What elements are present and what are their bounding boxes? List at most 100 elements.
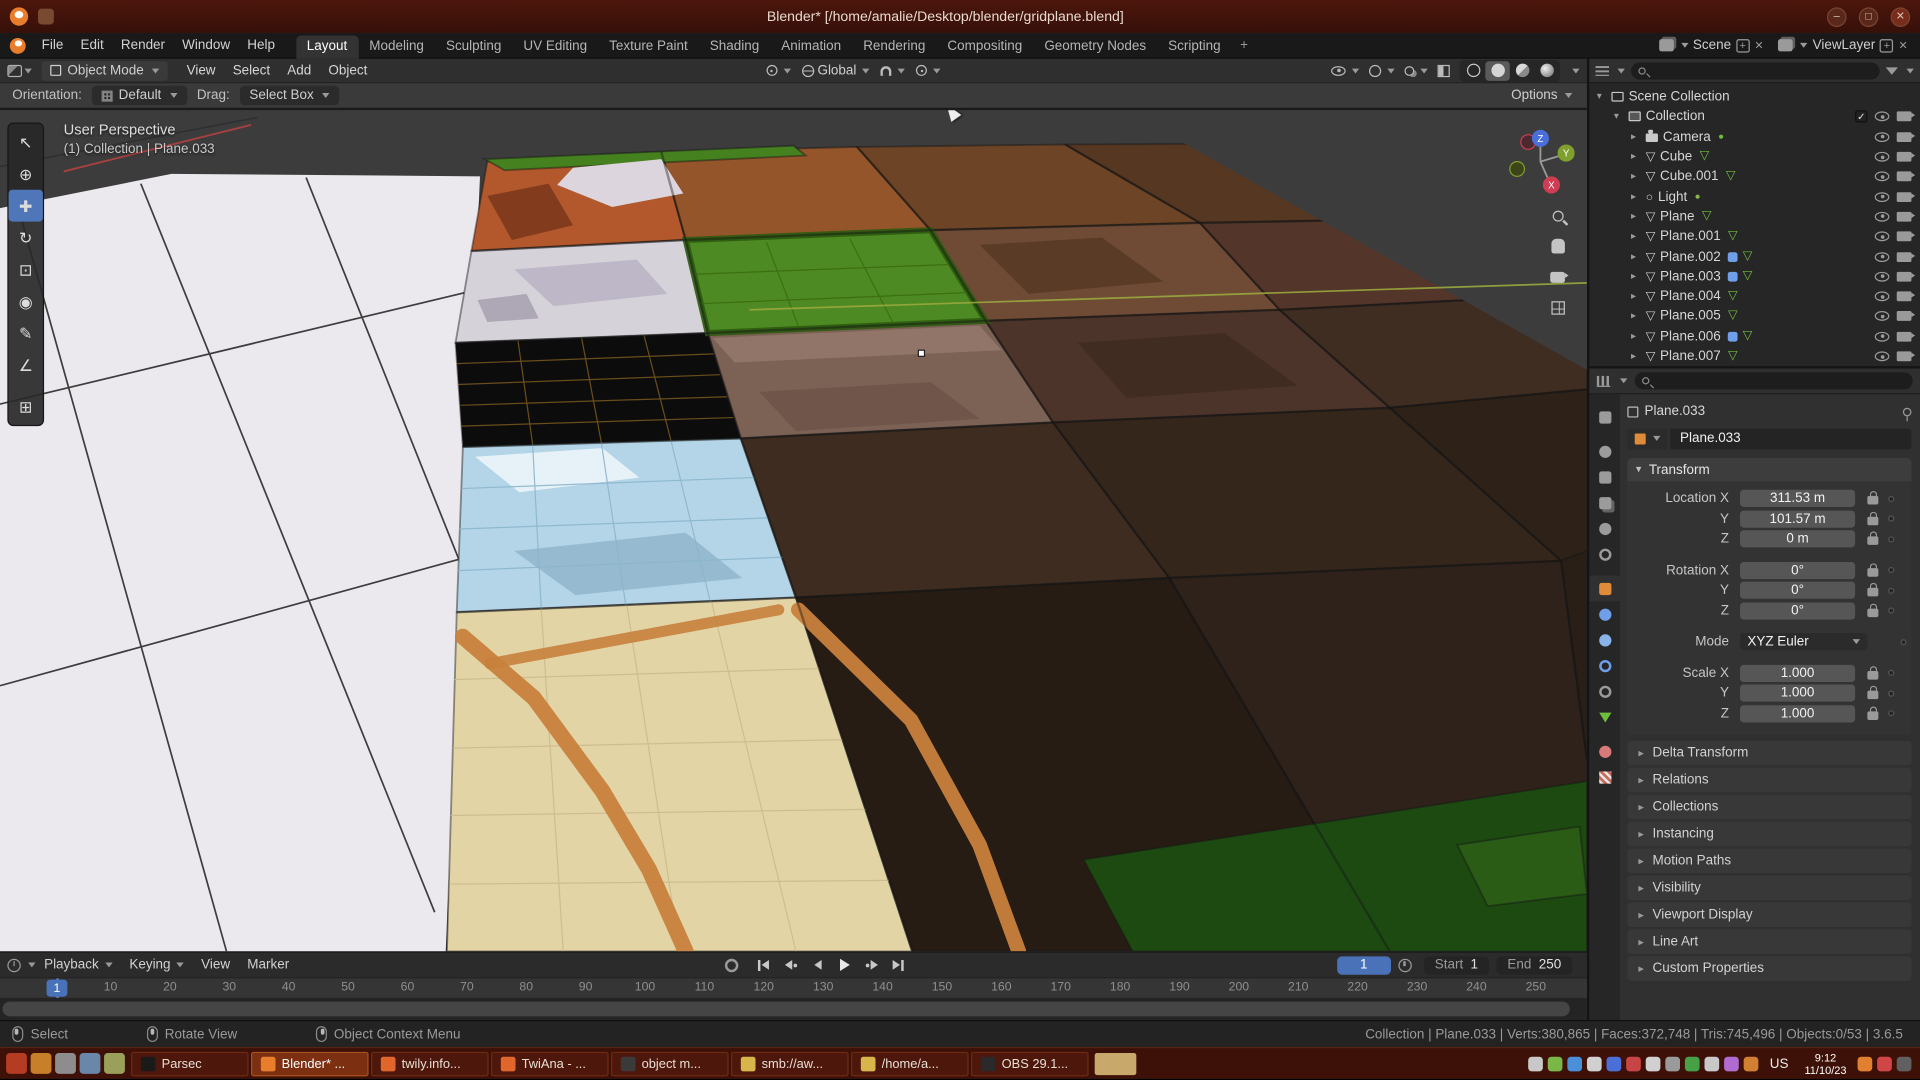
- tray-icon[interactable]: [1744, 1056, 1759, 1071]
- disable-in-render-toggle[interactable]: [1897, 112, 1912, 122]
- outliner-row[interactable]: Plane.004: [1589, 286, 1920, 306]
- tool-button[interactable]: ∠: [9, 349, 43, 381]
- workspace-tab[interactable]: Geometry Nodes: [1033, 35, 1157, 58]
- viewport-canvas[interactable]: [0, 110, 1587, 951]
- lock-icon[interactable]: [1867, 537, 1878, 546]
- disable-in-render-toggle[interactable]: [1897, 292, 1912, 302]
- snap-toggle[interactable]: [881, 66, 905, 76]
- taskbar-app-button[interactable]: /home/a...: [851, 1051, 969, 1075]
- tray-icon[interactable]: [1646, 1056, 1661, 1071]
- hide-in-viewport-toggle[interactable]: [1875, 152, 1890, 162]
- outliner-row[interactable]: Plane.002: [1589, 247, 1920, 267]
- outliner-search-input[interactable]: [1631, 62, 1880, 79]
- collapsed-panel-header[interactable]: Collections: [1627, 795, 1911, 819]
- disclosure-icon[interactable]: [1631, 192, 1641, 202]
- drag-dropdown[interactable]: Select Box: [240, 86, 340, 106]
- window-control-button[interactable]: –: [1827, 7, 1847, 27]
- value-field[interactable]: 0 m: [1740, 531, 1855, 548]
- tray-icon[interactable]: [1685, 1056, 1700, 1071]
- hide-in-viewport-toggle[interactable]: [1875, 212, 1890, 222]
- outliner-row[interactable]: Plane.007: [1589, 346, 1920, 366]
- modifiers-tab[interactable]: [1589, 601, 1620, 627]
- hide-in-viewport-toggle[interactable]: [1875, 132, 1890, 142]
- lock-icon[interactable]: [1867, 588, 1878, 597]
- disclosure-icon[interactable]: [1631, 272, 1641, 282]
- outliner-row[interactable]: Cube.001: [1589, 167, 1920, 187]
- tray-icon[interactable]: [1587, 1056, 1602, 1071]
- disable-in-render-toggle[interactable]: [1897, 172, 1912, 182]
- value-field[interactable]: 101.57 m: [1740, 510, 1855, 527]
- hide-in-viewport-toggle[interactable]: [1875, 312, 1890, 322]
- disclosure-icon[interactable]: [1631, 232, 1641, 242]
- tray-icon[interactable]: [1627, 1056, 1642, 1071]
- value-field[interactable]: 311.53 m: [1740, 490, 1855, 507]
- particles-tab[interactable]: [1589, 627, 1620, 653]
- prev-keyframe-button[interactable]: [780, 955, 802, 975]
- play-button[interactable]: [834, 955, 856, 975]
- value-field[interactable]: 1.000: [1740, 665, 1855, 682]
- launcher-icon[interactable]: [54, 1053, 75, 1074]
- menu-item[interactable]: Edit: [72, 36, 112, 56]
- next-keyframe-button[interactable]: [861, 955, 883, 975]
- collapsed-panel-header[interactable]: Visibility: [1627, 876, 1911, 900]
- menu-item[interactable]: Render: [112, 36, 173, 56]
- animate-dot[interactable]: [1888, 690, 1894, 696]
- collapsed-panel-header[interactable]: Line Art: [1627, 929, 1911, 953]
- current-frame-field[interactable]: 1: [1337, 956, 1391, 974]
- scene-tab[interactable]: [1589, 516, 1620, 542]
- value-field[interactable]: 1.000: [1740, 705, 1855, 722]
- taskbar-app-button[interactable]: OBS 29.1...: [971, 1051, 1089, 1075]
- render-tab[interactable]: [1589, 438, 1620, 464]
- taskbar-app-button[interactable]: Blender* ...: [251, 1051, 369, 1075]
- disclosure-icon[interactable]: [1631, 351, 1641, 361]
- shading-material-button[interactable]: [1510, 61, 1534, 81]
- hide-in-viewport-toggle[interactable]: [1875, 331, 1890, 341]
- taskbar-app-button[interactable]: Parsec: [131, 1051, 249, 1075]
- workspace-tab[interactable]: Sculpting: [435, 35, 512, 58]
- disclosure-icon[interactable]: [1631, 252, 1641, 262]
- value-field[interactable]: 0°: [1740, 582, 1855, 599]
- material-tab[interactable]: [1589, 738, 1620, 764]
- menu-item[interactable]: Window: [174, 36, 239, 56]
- object-visibility-dropdown[interactable]: [1331, 66, 1359, 76]
- shading-rendered-button[interactable]: [1534, 61, 1558, 81]
- editor-type-icon[interactable]: [7, 64, 22, 76]
- tray-icon[interactable]: [1897, 1056, 1912, 1071]
- object-id-selector[interactable]: [1627, 428, 1667, 449]
- playhead[interactable]: 1: [47, 980, 68, 997]
- disable-in-render-toggle[interactable]: [1897, 331, 1912, 341]
- navigation-gizmo[interactable]: Z Y X: [1506, 125, 1575, 194]
- collapsed-panel-header[interactable]: Instancing: [1627, 822, 1911, 846]
- remove-viewlayer-button[interactable]: ✕: [1899, 39, 1908, 52]
- zoom-button[interactable]: [1548, 206, 1568, 226]
- outliner-row[interactable]: Scene Collection: [1589, 87, 1920, 107]
- output-tab[interactable]: [1589, 464, 1620, 490]
- disable-in-render-toggle[interactable]: [1897, 212, 1912, 222]
- add-workspace-button[interactable]: +: [1232, 34, 1257, 56]
- value-field[interactable]: 0°: [1740, 562, 1855, 579]
- ortho-toggle-button[interactable]: [1548, 298, 1568, 318]
- selectability-checkbox[interactable]: [1855, 111, 1867, 123]
- outliner-row[interactable]: Plane.001: [1589, 227, 1920, 247]
- animate-dot[interactable]: [1888, 516, 1894, 522]
- lock-icon[interactable]: [1867, 711, 1878, 720]
- timeline-editor-icon[interactable]: [7, 958, 20, 971]
- tool-button[interactable]: ↻: [9, 222, 43, 254]
- viewport-menu-item[interactable]: Add: [279, 61, 320, 81]
- outliner-editor-icon[interactable]: [1596, 65, 1609, 76]
- tray-icon[interactable]: [1725, 1056, 1740, 1071]
- physics-tab[interactable]: [1589, 653, 1620, 679]
- outliner-row[interactable]: Light: [1589, 187, 1920, 207]
- menu-item[interactable]: File: [33, 36, 72, 56]
- collapsed-panel-header[interactable]: Custom Properties: [1627, 956, 1911, 980]
- tool-button[interactable]: ⊕: [9, 158, 43, 190]
- collapsed-panel-header[interactable]: Relations: [1627, 768, 1911, 792]
- outliner-row[interactable]: Collection: [1589, 107, 1920, 127]
- pin-icon[interactable]: [1903, 407, 1912, 416]
- animate-dot[interactable]: [1888, 536, 1894, 542]
- tool-button[interactable]: ⊞: [9, 391, 43, 423]
- properties-editor-icon[interactable]: [1597, 375, 1610, 386]
- outliner-row[interactable]: Cube: [1589, 147, 1920, 167]
- disclosure-icon[interactable]: [1631, 331, 1641, 341]
- object-name-field[interactable]: Plane.033: [1670, 428, 1911, 449]
